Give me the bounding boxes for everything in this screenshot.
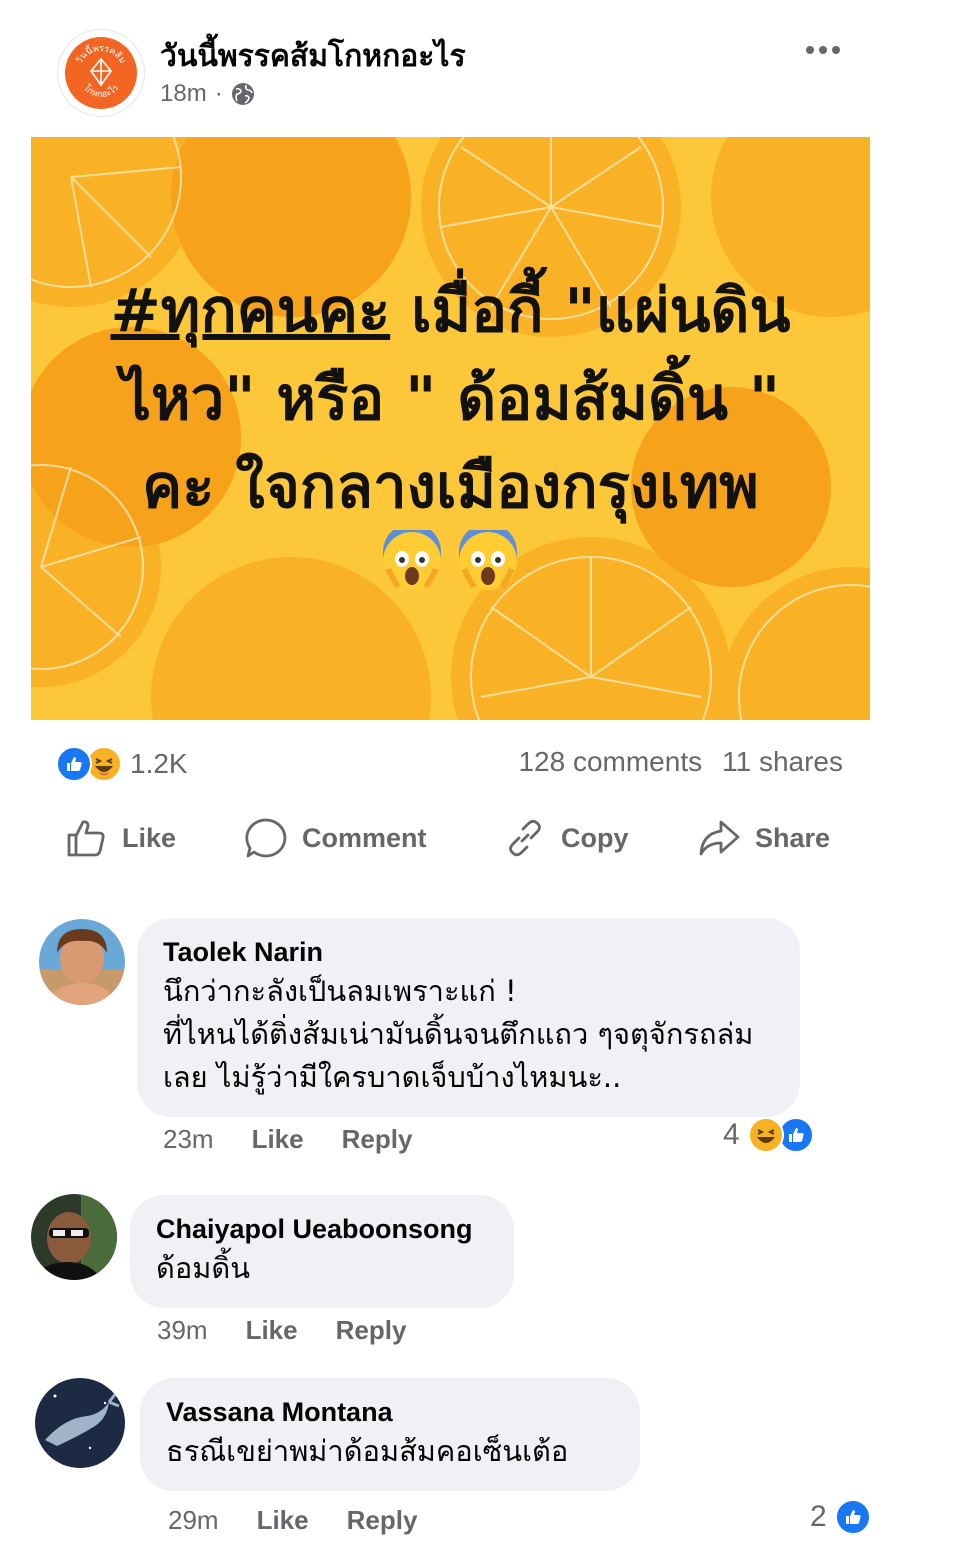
comment-reactions[interactable]: 4 [723,1117,814,1153]
comment-text: นึกว่ากะลังเป็นลมเพราะแก่ ! ที่ไหนได้ติ่… [163,970,774,1099]
comments-count[interactable]: 128 comments [518,746,702,778]
comment-reactions[interactable]: 2 [810,1499,871,1535]
comment-meta: 23m Like Reply [163,1124,412,1155]
comment-reply-button[interactable]: Reply [342,1124,413,1155]
link-icon [509,819,541,857]
comment-label: Comment [302,822,427,853]
page-logo: วันนี้พรรคส้ม โกหกอะไร [65,37,137,109]
like-label: Like [122,822,177,853]
comment-line: ที่ไหนได้ติ่งส้มเน่ามันดิ้นจนตึกแถว ๆจตุ… [163,1017,754,1051]
post-stats: 1.2K 128 comments 11 shares [0,740,954,788]
meta-separator: · [214,80,223,107]
commenter-name[interactable]: Chaiyapol Ueaboonsong [156,1211,488,1247]
comment-meta: 39m Like Reply [157,1315,406,1346]
comment-bubble[interactable]: Vassana Montana ธรณีเขย่าพม่าด้อมส้มคอเซ… [140,1378,640,1491]
comment-bubble[interactable]: Chaiyapol Ueaboonsong ด้อมดิ้น [130,1195,514,1308]
page-avatar[interactable]: วันนี้พรรคส้ม โกหกอะไร [57,29,145,117]
post-action-bar: Like Comment Copy Share [0,808,954,868]
post-image[interactable]: #ทุกคนคะ เมื่อกี้ "แผ่นดินไหว" หรือ " ด้… [31,137,870,720]
post-meta: 18m · [160,80,255,108]
comment-like-button[interactable]: Like [257,1505,309,1536]
shares-count[interactable]: 11 shares [722,746,843,778]
comment-item: Taolek Narin นึกว่ากะลังเป็นลมเพราะแก่ !… [0,916,954,1166]
comment-time[interactable]: 23m [163,1124,214,1155]
like-reaction-icon [834,1499,871,1535]
comment-time[interactable]: 29m [168,1505,219,1536]
comment-meta: 29m Like Reply [168,1505,417,1536]
share-arrow-icon [699,820,740,856]
like-button[interactable]: Like [64,808,176,868]
comment-share-counts: 128 comments 11 shares [518,746,843,778]
post-time[interactable]: 18m [160,80,207,108]
comment-reply-button[interactable]: Reply [347,1505,418,1536]
post-image-text: #ทุกคนคะ เมื่อกี้ "แผ่นดินไหว" หรือ " ด้… [31,267,870,531]
more-options-icon[interactable] [803,38,843,62]
emoji-row [381,530,519,592]
haha-reaction-icon [747,1117,784,1153]
comment-line: ธรณีเขย่าพม่าด้อมส้มคอเซ็นเต้อ [166,1434,569,1468]
comment-like-button[interactable]: Like [246,1315,298,1346]
copy-label: Copy [561,822,629,853]
comment-reaction-count: 2 [810,1500,827,1533]
commenter-avatar[interactable] [39,919,125,1005]
page-name[interactable]: วันนี้พรรคส้มโกหกอะไร [160,33,466,80]
post-header: วันนี้พรรคส้ม โกหกอะไร วันนี้พรรคส้มโกหก… [0,0,954,130]
comment-bubble-icon [245,818,287,858]
share-button[interactable]: Share [697,808,830,868]
commenter-name[interactable]: Taolek Narin [163,934,774,970]
comment-button[interactable]: Comment [244,808,427,868]
comment-reply-button[interactable]: Reply [336,1315,407,1346]
reactions-summary[interactable]: 1.2K [56,746,188,782]
comment-line: เลย ไม่รู้ว่ามีใครบาดเจ็บบ้างไหมนะ.. [163,1060,622,1094]
comment-line: นึกว่ากะลังเป็นลมเพราะแก่ ! [163,974,517,1008]
comment-bubble[interactable]: Taolek Narin นึกว่ากะลังเป็นลมเพราะแก่ !… [137,918,800,1117]
commenter-avatar[interactable] [31,1194,117,1280]
comment-item: Vassana Montana ธรณีเขย่าพม่าด้อมส้มคอเซ… [0,1376,954,1551]
reaction-count: 1.2K [130,748,188,779]
globe-icon [231,82,255,106]
commenter-avatar[interactable] [35,1378,125,1468]
comment-item: Chaiyapol Ueaboonsong ด้อมดิ้น 39m Like … [0,1193,954,1363]
post-hashtag[interactable]: #ทุกคนคะ [111,276,391,346]
comment-like-button[interactable]: Like [252,1124,304,1155]
scream-emoji [459,530,517,590]
comment-line: ด้อมดิ้น [156,1251,251,1285]
comment-reaction-count: 4 [723,1118,740,1151]
share-label: Share [755,822,831,853]
comment-text: ด้อมดิ้น [156,1247,488,1290]
comment-text: ธรณีเขย่าพม่าด้อมส้มคอเซ็นเต้อ [166,1430,614,1473]
scream-emoji [383,530,441,590]
thumbs-up-icon [67,820,105,857]
commenter-name[interactable]: Vassana Montana [166,1394,614,1430]
like-reaction-icon [56,746,92,782]
copy-button[interactable]: Copy [503,808,629,868]
comment-time[interactable]: 39m [157,1315,208,1346]
